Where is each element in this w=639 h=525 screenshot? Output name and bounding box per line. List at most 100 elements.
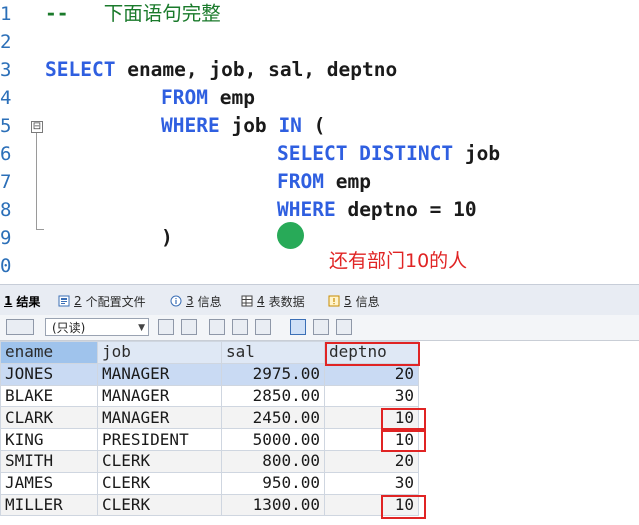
code-line-3: SELECT ename, job, sal, deptno (45, 56, 397, 84)
close-paren: ) (161, 226, 173, 249)
cell-sal[interactable]: 2850.00 (221, 384, 325, 408)
table-row[interactable]: MILLER CLERK 1300.00 10 (0, 493, 419, 517)
cell-ename[interactable]: KING (0, 428, 98, 451)
line-number: 7 (0, 171, 12, 193)
sql-editor[interactable]: 1 2 3 4 5 6 7 8 9 0 -- 下面语句完整 SELECT ena… (0, 0, 639, 284)
tab-label: 信息 (197, 294, 222, 309)
line-number: 6 (0, 143, 12, 165)
line-number: 3 (0, 59, 12, 81)
cell-job[interactable]: PRESIDENT (97, 428, 222, 451)
cell-sal[interactable]: 1300.00 (221, 493, 325, 517)
cell-ename[interactable]: MILLER (0, 493, 98, 517)
refresh-icon[interactable] (255, 319, 271, 335)
tab-label: 信息 (355, 294, 380, 309)
code-line-9: ) (161, 224, 173, 252)
cell-deptno[interactable]: 20 (324, 449, 419, 473)
tab-number: 2 (74, 294, 82, 308)
keyword-where: WHERE (161, 114, 220, 137)
code-line-6: SELECT DISTINCT job (277, 140, 500, 168)
code-line-1: -- 下面语句完整 (45, 0, 221, 28)
line-number: 1 (0, 3, 12, 25)
cell-sal[interactable]: 2450.00 (221, 406, 325, 430)
readonly-value: (只读) (52, 321, 86, 335)
cell-ename[interactable]: JONES (0, 362, 98, 386)
tab-number: 3 (186, 294, 194, 308)
tab-number: 4 (257, 294, 265, 308)
results-grid[interactable]: ename job sal deptno JONES MANAGER 2975.… (0, 341, 639, 525)
chevron-down-icon: ▼ (138, 323, 145, 333)
fold-guide-end (36, 229, 44, 230)
cell-job[interactable]: CLERK (97, 471, 222, 495)
cell-sal[interactable]: 950.00 (221, 471, 325, 495)
profile-icon (58, 295, 70, 307)
tab-info[interactable]: 3 信息 (170, 291, 222, 311)
table-row[interactable]: BLAKE MANAGER 2850.00 30 (0, 384, 419, 408)
tab-number: 1 (4, 294, 13, 308)
result-toolbar: (只读) ▼ (0, 315, 639, 341)
code-line-4: FROM emp (161, 84, 255, 112)
select-columns: ename, job, sal, deptno (127, 58, 398, 81)
line-number: 8 (0, 199, 12, 221)
column-header-job[interactable]: job (97, 341, 222, 364)
tab-number: 5 (344, 294, 352, 308)
cell-ename[interactable]: SMITH (0, 449, 98, 473)
table-data-icon (241, 295, 253, 307)
where-column: job (231, 114, 267, 137)
line-number: 2 (0, 31, 12, 53)
tab-table-data[interactable]: 4 表数据 (241, 291, 305, 311)
fold-guide-line (36, 133, 37, 229)
grid-view-dropdown-button[interactable] (6, 319, 34, 335)
distinct-column: job (464, 142, 501, 165)
save-icon[interactable] (209, 319, 225, 335)
results-table: ename job sal deptno JONES MANAGER 2975.… (0, 341, 419, 517)
table-name: emp (219, 86, 255, 109)
line-number: 5 (0, 115, 12, 137)
line-number: 0 (0, 255, 12, 277)
keyword-from: FROM (161, 86, 208, 109)
table-row[interactable]: CLARK MANAGER 2450.00 10 (0, 406, 419, 430)
column-header-sal[interactable]: sal (221, 341, 325, 364)
cell-job[interactable]: CLERK (97, 493, 222, 517)
export-icon[interactable] (158, 319, 174, 335)
cell-deptno[interactable]: 30 (324, 384, 419, 408)
table-row[interactable]: JONES MANAGER 2975.00 20 (0, 362, 419, 386)
tab-messages[interactable]: 5 信息 (328, 291, 380, 311)
highlight-box-deptno-header (325, 342, 420, 366)
table-row[interactable]: JAMES CLERK 950.00 30 (0, 471, 419, 495)
delete-icon[interactable] (232, 319, 248, 335)
cell-job[interactable]: CLERK (97, 449, 222, 473)
highlight-box-king-deptno (381, 430, 426, 452)
grid-mode-icon[interactable] (290, 319, 306, 335)
cell-job[interactable]: MANAGER (97, 406, 222, 430)
comment-dashes: -- (45, 2, 69, 25)
table-row[interactable]: SMITH CLERK 800.00 20 (0, 449, 419, 473)
tab-label: 结果 (16, 294, 41, 309)
text-mode-icon[interactable] (336, 319, 352, 335)
fold-toggle-icon[interactable]: ⊟ (31, 121, 43, 133)
form-mode-icon[interactable] (313, 319, 329, 335)
table-row[interactable]: KING PRESIDENT 5000.00 10 (0, 428, 419, 451)
copy-icon[interactable] (181, 319, 197, 335)
cell-ename[interactable]: CLARK (0, 406, 98, 430)
column-header-ename[interactable]: ename (0, 341, 98, 364)
cell-ename[interactable]: BLAKE (0, 384, 98, 408)
cell-job[interactable]: MANAGER (97, 384, 222, 408)
cell-sal[interactable]: 2975.00 (221, 362, 325, 386)
cell-sal[interactable]: 800.00 (221, 449, 325, 473)
result-tabs-bar: 1 结果 2 个配置文件 3 信息 4 表数据 5 信息 (0, 284, 639, 316)
tab-profiles[interactable]: 2 个配置文件 (58, 291, 146, 311)
cell-deptno[interactable]: 30 (324, 471, 419, 495)
readonly-select[interactable]: (只读) ▼ (45, 318, 149, 336)
highlight-box-miller-deptno (381, 495, 426, 519)
cell-job[interactable]: MANAGER (97, 362, 222, 386)
code-line-7: FROM emp (277, 168, 371, 196)
tab-results[interactable]: 1 结果 (4, 291, 40, 311)
keyword-where: WHERE (277, 198, 336, 221)
info-warning-icon (328, 295, 340, 307)
cell-sal[interactable]: 5000.00 (221, 428, 325, 451)
cell-deptno[interactable]: 20 (324, 362, 419, 386)
pointer-highlight-icon (277, 222, 304, 249)
line-number: 9 (0, 227, 12, 249)
comment-text: 下面语句完整 (103, 2, 221, 25)
cell-ename[interactable]: JAMES (0, 471, 98, 495)
